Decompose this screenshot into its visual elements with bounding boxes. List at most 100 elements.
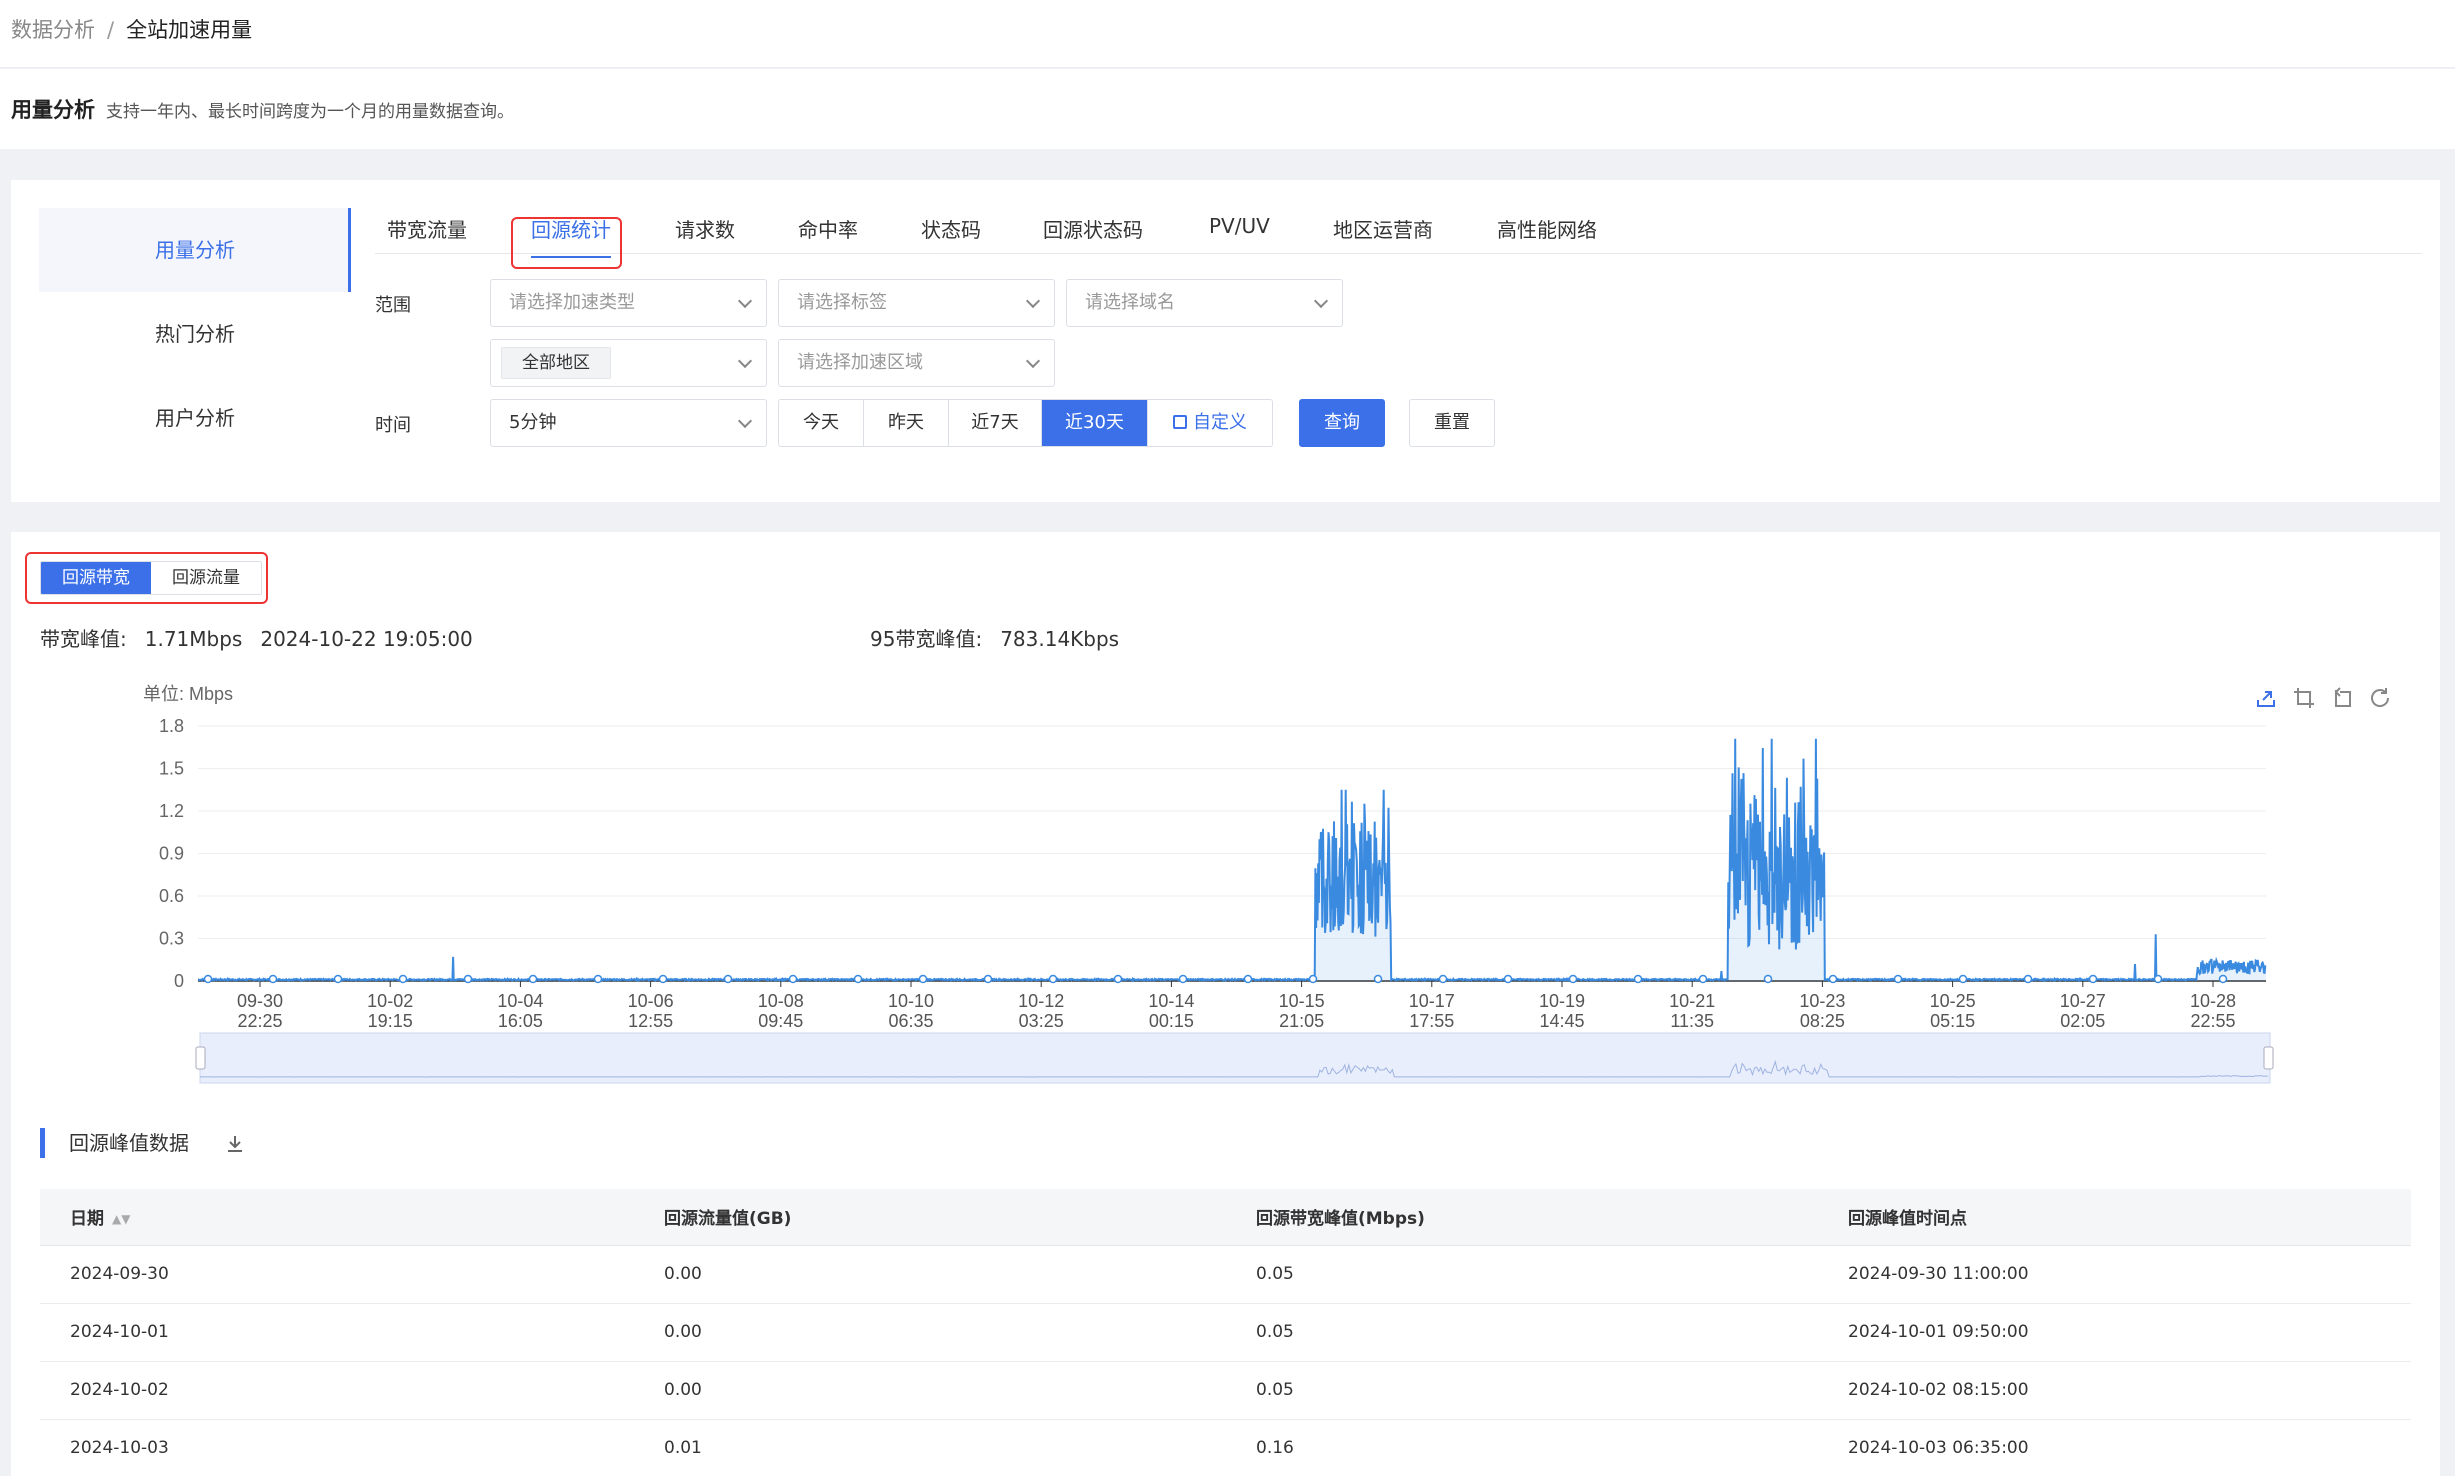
y-tick-label: 1.5 [159, 759, 184, 779]
y-tick-label: 0 [174, 971, 184, 991]
data-point [1113, 974, 1123, 984]
column-header-peak-time: 回源峰值时间点 [1818, 1189, 2411, 1246]
data-point [593, 974, 603, 984]
sort-icon[interactable]: ▲▼ [112, 1212, 130, 1226]
download-icon[interactable] [224, 1133, 246, 1155]
zoom-slider-track [199, 1032, 2271, 1084]
data-point [2023, 974, 2033, 984]
x-tick-label: 16:05 [498, 1011, 543, 1031]
data-point [1243, 974, 1253, 984]
x-tick-label: 10-15 [1279, 991, 1325, 1011]
section-title: 回源峰值数据 [40, 1128, 189, 1158]
cell-bandwidth: 0.05 [1226, 1245, 1818, 1304]
cell-time: 2024-10-01 09:50:00 [1818, 1303, 2411, 1362]
x-tick-label: 17:55 [1409, 1011, 1454, 1031]
cell-date: 2024-10-02 [40, 1361, 634, 1420]
peak-data-table: 日期 ▲▼ 回源流量值(GB) 回源带宽峰值(Mbps) 回源峰值时间点 2024… [40, 1189, 2411, 1476]
table-row: 2024-10-01 0.00 0.05 2024-10-01 09:50:00 [40, 1303, 2411, 1362]
x-tick-label: 06:35 [888, 1011, 933, 1031]
data-point [788, 974, 798, 984]
x-tick-label: 10-19 [1539, 991, 1585, 1011]
x-tick-label: 10-25 [1930, 991, 1976, 1011]
data-point [1503, 974, 1513, 984]
x-tick-label: 12:55 [628, 1011, 673, 1031]
cell-bandwidth: 0.05 [1226, 1361, 1818, 1420]
x-tick-label: 09-30 [237, 991, 283, 1011]
data-point [1958, 974, 1968, 984]
cell-bandwidth: 0.16 [1226, 1419, 1818, 1476]
x-tick-label: 10-12 [1018, 991, 1064, 1011]
x-tick-label: 10-10 [888, 991, 934, 1011]
x-tick-label: 10-28 [2190, 991, 2236, 1011]
y-axis-unit-label: 单位: Mbps [143, 684, 233, 704]
column-header-traffic: 回源流量值(GB) [634, 1189, 1226, 1246]
x-tick-label: 10-06 [628, 991, 674, 1011]
table-row: 2024-09-30 0.00 0.05 2024-09-30 11:00:00 [40, 1245, 2411, 1304]
series-area [198, 738, 2266, 981]
data-point [333, 974, 343, 984]
x-tick-label: 10-14 [1148, 991, 1194, 1011]
cell-traffic: 0.01 [634, 1419, 1226, 1476]
x-tick-label: 19:15 [368, 1011, 413, 1031]
data-point [853, 974, 863, 984]
data-point [918, 974, 928, 984]
x-tick-label: 21:05 [1279, 1011, 1324, 1031]
cell-traffic: 0.00 [634, 1303, 1226, 1362]
origin-bandwidth-chart: 单位: Mbps 0 0.3 0.6 0.9 1.2 1.5 1.8 09-3022:25 10-… [143, 684, 2274, 1084]
x-tick-label: 09:45 [758, 1011, 803, 1031]
cell-date: 2024-10-03 [40, 1419, 634, 1476]
data-point [528, 974, 538, 984]
table-row: 2024-10-03 0.01 0.16 2024-10-03 06:35:00 [40, 1419, 2411, 1476]
table-row: 2024-10-02 0.00 0.05 2024-10-02 08:15:00 [40, 1361, 2411, 1420]
x-tick-label: 08:25 [1800, 1011, 1845, 1031]
data-point [1048, 974, 1058, 984]
cell-traffic: 0.00 [634, 1245, 1226, 1304]
zoom-handle-left[interactable] [195, 1046, 206, 1070]
data-point [2153, 974, 2163, 984]
x-tick-label: 10-04 [497, 991, 543, 1011]
data-point [1308, 974, 1318, 984]
y-tick-label: 0.9 [159, 844, 184, 864]
x-tick-label: 03:25 [1019, 1011, 1064, 1031]
x-tick-label: 10-21 [1669, 991, 1715, 1011]
data-point [723, 974, 733, 984]
column-header-date[interactable]: 日期 ▲▼ [40, 1189, 634, 1246]
cell-date: 2024-10-01 [40, 1303, 634, 1362]
x-tick-label: 10-02 [367, 991, 413, 1011]
data-point [983, 974, 993, 984]
cell-time: 2024-10-03 06:35:00 [1818, 1419, 2411, 1476]
data-point [268, 974, 278, 984]
y-tick-label: 1.2 [159, 801, 184, 821]
data-point [1568, 974, 1578, 984]
zoom-handle-right[interactable] [2263, 1046, 2274, 1070]
cell-time: 2024-09-30 11:00:00 [1818, 1245, 2411, 1304]
table-header-row: 日期 ▲▼ 回源流量值(GB) 回源带宽峰值(Mbps) 回源峰值时间点 [40, 1189, 2411, 1246]
data-point [203, 974, 213, 984]
data-point [2218, 974, 2228, 984]
data-point [398, 974, 408, 984]
data-point [1178, 974, 1188, 984]
cell-bandwidth: 0.05 [1226, 1303, 1818, 1362]
series-line [197, 738, 2267, 983]
x-tick-label: 22:25 [237, 1011, 282, 1031]
data-point [1633, 974, 1643, 984]
y-tick-label: 0.3 [159, 929, 184, 949]
x-tick-label: 00:15 [1149, 1011, 1194, 1031]
data-point [463, 974, 473, 984]
y-tick-label: 0.6 [159, 886, 184, 906]
x-tick-label: 22:55 [2190, 1011, 2235, 1031]
y-tick-label: 1.8 [159, 716, 184, 736]
data-point [1373, 974, 1383, 984]
x-tick-label: 10-17 [1409, 991, 1455, 1011]
x-tick-label: 14:45 [1539, 1011, 1584, 1031]
x-tick-label: 10-23 [1799, 991, 1845, 1011]
data-point [2088, 974, 2098, 984]
column-header-bandwidth-peak: 回源带宽峰值(Mbps) [1226, 1189, 1818, 1246]
data-point [1893, 974, 1903, 984]
x-tick-label: 11:35 [1670, 1011, 1714, 1031]
x-tick-label: 10-08 [758, 991, 804, 1011]
cell-time: 2024-10-02 08:15:00 [1818, 1361, 2411, 1420]
cell-traffic: 0.00 [634, 1361, 1226, 1420]
data-point [1828, 974, 1838, 984]
data-point [1763, 974, 1773, 984]
